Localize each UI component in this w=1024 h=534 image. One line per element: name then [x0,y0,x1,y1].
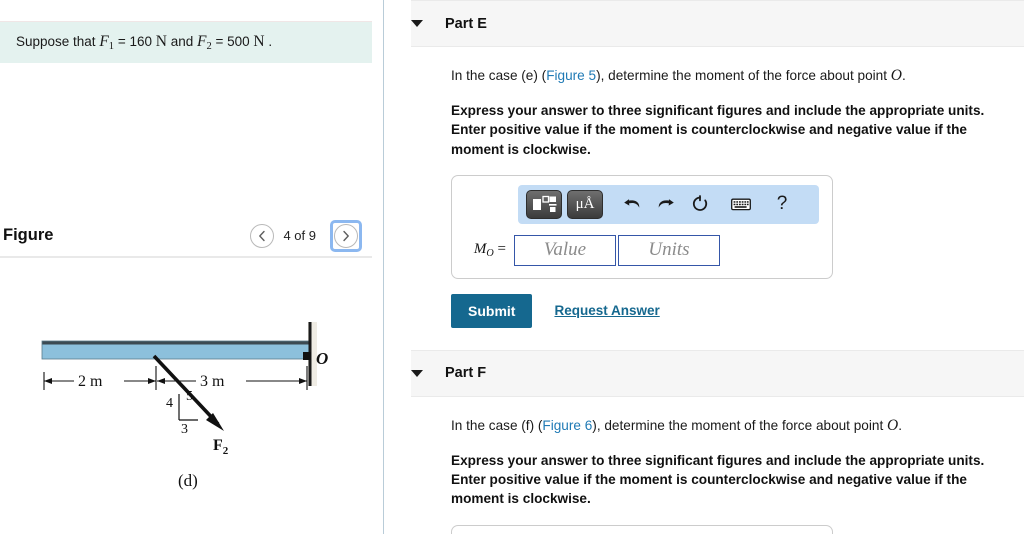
f2-symbol: F2 [196,33,212,52]
keyboard-icon[interactable] [724,189,758,219]
value-input-e[interactable] [514,234,616,266]
f2-unit: N [253,33,265,51]
math-template-glyph [532,196,556,213]
redo-icon[interactable] [649,189,683,219]
question-suffix-e: ), determine the moment of the force abo… [596,68,891,83]
conjunction: and [166,34,197,50]
question-prefix-f: In the case (f) ( [451,417,543,433]
question-end-f: . [898,417,902,433]
slope-horizontal-label: 3 [181,422,188,437]
dimension-right-label: 3 m [200,373,225,390]
part-body-e: In the case (e) (Figure 5), determine th… [384,66,1024,350]
undo-glyph [624,199,640,208]
moment-subscript-e: O [486,248,494,260]
given-prefix: Suppose that [16,34,100,50]
point-o-label: O [316,349,328,368]
part-title-f: Part F [445,365,487,382]
figure-link-e[interactable]: Figure 5 [546,68,596,83]
answer-box-f: μÅ [451,524,833,534]
part-body-f: In the case (f) (Figure 6), determine th… [384,416,1024,534]
reset-glyph [692,195,708,212]
part-title-e: Part E [445,15,487,32]
question-text-f: In the case (f) (Figure 6), determine th… [451,416,1024,437]
action-row-e: Submit Request Answer [451,293,1024,328]
question-text-e: In the case (e) (Figure 5), determine th… [451,66,1024,87]
part-block-e: Part E In the case (e) (Figure 5), deter… [384,0,1024,350]
part-header-f[interactable]: Part F [411,349,1024,397]
instruction-text-e: Express your answer to three significant… [451,102,985,157]
beam-force-diagram: O 2 m 3 m 4 5 3 F2 (d) [0,300,383,534]
reset-icon[interactable] [683,189,717,219]
caret-down-icon[interactable] [411,369,423,377]
question-suffix-f: ), determine the moment of the force abo… [592,417,887,433]
math-toolbar-e: μÅ ? [518,184,819,224]
instruction-text-f: Express your answer to three significant… [451,452,985,507]
dimension-left-label: 2 m [78,373,103,390]
figure-counter: 4 of 9 [283,228,316,243]
redo-glyph [658,199,674,208]
question-point-e: O [890,67,902,84]
keyboard-glyph [731,198,751,211]
moment-label-e: MO = [462,241,514,259]
question-end-e: . [901,68,906,83]
answer-box-e: μÅ ? MO = Value Units [451,174,833,279]
figure-caption: (d) [178,471,198,490]
chevron-right-icon [343,230,349,241]
f2-value: = 500 [211,34,254,50]
f1-value: = 160 [114,34,156,50]
undo-icon[interactable] [615,189,649,219]
moment-symbol-e: M [473,241,487,258]
next-figure-button[interactable] [334,223,358,248]
figure-header-divider [0,256,372,258]
math-template-icon[interactable] [526,189,562,219]
f1-symbol: F1 [99,33,115,52]
assignment-panel: Part E In the case (e) (Figure 5), deter… [384,0,1024,534]
given-values-text: Suppose that F1 = 160 N and F2 = 500 N . [16,33,272,52]
figure-pager: 4 of 9 [250,219,362,252]
force-f2-label: F2 [213,437,229,457]
next-figure-focus-ring [330,219,362,252]
previous-figure-button[interactable] [250,223,275,248]
moment-equals-e: = [493,241,506,258]
figure-header: Figure 4 of 9 [0,214,372,257]
submit-button-e[interactable]: Submit [451,293,533,328]
question-point-f: O [887,416,899,434]
micro-angstrom-units-icon[interactable]: μÅ [567,189,603,219]
request-answer-link-e[interactable]: Request Answer [554,303,659,318]
caret-down-icon[interactable] [411,20,423,27]
given-period: . [264,34,273,50]
slope-hypotenuse-label: 5 [186,389,193,404]
chevron-left-icon [259,230,266,241]
figure-panel: Suppose that F1 = 160 N and F2 = 500 N .… [0,0,383,534]
diagram-svg: O 2 m 3 m 4 5 3 F2 (d) [41,322,328,490]
page-root: Suppose that F1 = 160 N and F2 = 500 N .… [0,0,1024,534]
f1-unit: N [155,33,167,51]
units-glyph: μÅ [575,195,595,212]
question-prefix-e: In the case (e) ( [451,68,547,83]
help-icon[interactable]: ? [765,189,799,219]
part-block-f: Part F In the case (f) (Figure 6), deter… [384,349,1024,534]
slope-vertical-label: 4 [166,396,173,411]
given-values-banner: Suppose that F1 = 160 N and F2 = 500 N . [0,22,372,63]
units-input-e[interactable] [618,234,720,266]
page-title: Figure [3,226,54,244]
answer-field-row-e: MO = [462,234,822,266]
figure-link-f[interactable]: Figure 6 [542,418,592,433]
part-header-e[interactable]: Part E [411,0,1024,47]
